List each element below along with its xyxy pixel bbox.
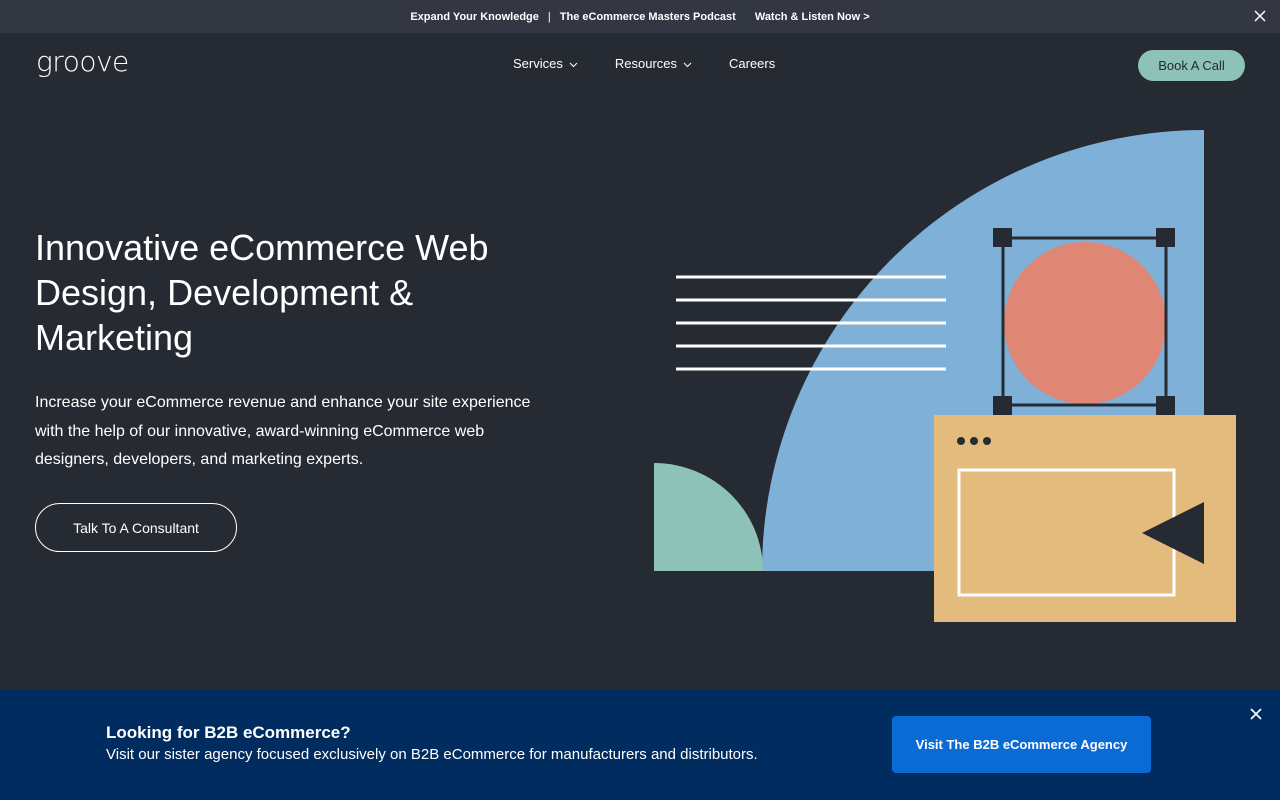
nav-links: Services Resources Careers <box>513 56 775 71</box>
hero-title: Innovative eCommerce Web Design, Develop… <box>35 227 489 358</box>
nav-item-careers[interactable]: Careers <box>729 56 775 71</box>
logo-text: groove <box>36 47 129 78</box>
book-a-call-button[interactable]: Book A Call <box>1138 50 1245 81</box>
announcement-text: Expand Your Knowledge <box>410 10 539 23</box>
groove-logo[interactable]: groove <box>36 47 138 81</box>
nav-item-resources[interactable]: Resources <box>615 56 692 71</box>
teal-quarter-shape <box>654 463 763 571</box>
announcement-separator: | <box>547 10 551 23</box>
close-icon[interactable] <box>1249 707 1263 721</box>
hero-illustration <box>640 120 1260 640</box>
podcast-title[interactable]: The eCommerce Masters Podcast <box>560 11 736 23</box>
hero-subtitle: Increase your eCommerce revenue and enha… <box>35 394 531 468</box>
watch-listen-link[interactable]: Watch & Listen Now > <box>755 11 870 23</box>
chevron-down-icon <box>569 56 578 71</box>
b2b-banner-title: Looking for B2B eCommerce? <box>106 723 351 742</box>
window-dots <box>957 437 991 445</box>
b2b-banner-text: Visit our sister agency focused exclusiv… <box>106 746 758 763</box>
main-nav: groove Services Resources Careers Book A… <box>0 33 1280 97</box>
nav-label: Careers <box>729 56 776 71</box>
coral-circle <box>1004 242 1166 404</box>
visit-b2b-agency-button[interactable]: Visit The B2B eCommerce Agency <box>892 716 1151 773</box>
chevron-down-icon <box>683 56 692 71</box>
nav-item-services[interactable]: Services <box>513 56 578 71</box>
nav-label: Resources <box>614 56 677 71</box>
b2b-banner: Looking for B2B eCommerce? Visit our sis… <box>0 690 1280 800</box>
announcement-bar: Expand Your Knowledge | The eCommerce Ma… <box>0 0 1280 33</box>
close-icon[interactable] <box>1253 9 1267 23</box>
talk-to-consultant-button[interactable]: Talk To A Consultant <box>35 503 237 552</box>
nav-label: Services <box>513 56 563 71</box>
